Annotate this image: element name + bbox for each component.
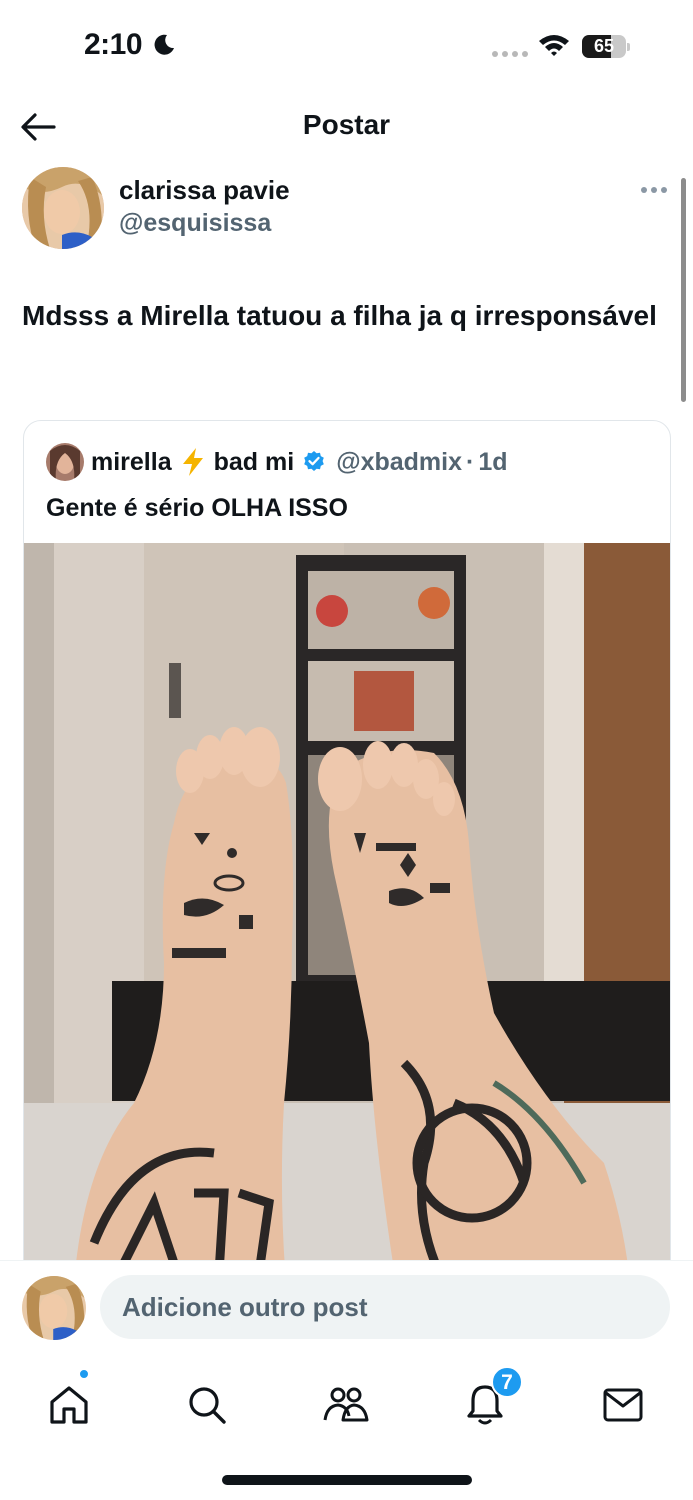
author-name[interactable]: clarissa pavie (119, 175, 290, 206)
more-options-button[interactable] (638, 178, 670, 202)
messages-icon (603, 1388, 643, 1422)
quote-author-name[interactable]: mirella (91, 448, 172, 477)
battery-level: 65 (593, 36, 615, 56)
notification-count-badge: 7 (491, 1366, 523, 1398)
quote-author-handle[interactable]: @xbadmix (336, 448, 462, 477)
more-horizontal-icon (641, 187, 667, 193)
quote-text: Gente é sério OLHA ISSO (46, 494, 348, 522)
top-header: Postar (0, 95, 693, 160)
nav-home[interactable] (39, 1375, 99, 1435)
separator-dot: · (466, 447, 475, 476)
home-icon (50, 1386, 88, 1424)
nav-search[interactable] (177, 1375, 237, 1435)
quote-avatar[interactable] (46, 443, 84, 481)
moon-icon (154, 34, 174, 55)
wifi-icon (539, 35, 569, 56)
reply-bar: Adicione outro post (0, 1260, 693, 1355)
page-title: Postar (302, 109, 391, 140)
author-handle[interactable]: @esquisissa (119, 209, 271, 238)
battery-icon: 65 (582, 35, 630, 58)
lightning-bolt-icon (182, 448, 203, 476)
communities-icon (323, 1387, 369, 1422)
status-time: 2:10 (84, 28, 143, 61)
post-text: Mdsss a Mirella tatuou a filha ja q irre… (22, 300, 657, 331)
home-new-indicator (78, 1368, 90, 1380)
author-avatar[interactable] (22, 167, 104, 249)
quote-timestamp[interactable]: 1d (478, 448, 507, 477)
signal-icon (492, 51, 528, 57)
quoted-post[interactable]: mirella bad mi @xbadmix · 1d Gente é sér… (23, 420, 671, 1280)
user-avatar[interactable] (22, 1276, 86, 1340)
scrollbar[interactable] (681, 178, 686, 402)
status-bar: 2:10 65 (0, 0, 693, 95)
verified-badge-icon (304, 451, 324, 471)
home-indicator[interactable] (222, 1475, 472, 1485)
quote-media-photo[interactable] (24, 543, 671, 1280)
quote-author-name-suffix[interactable]: bad mi (214, 448, 295, 477)
bottom-navigation: 7 (0, 1355, 693, 1500)
quote-header: mirella bad mi @xbadmix · 1d (91, 447, 508, 477)
nav-messages[interactable] (593, 1375, 653, 1435)
nav-communities[interactable] (316, 1375, 376, 1435)
reply-input[interactable]: Adicione outro post (100, 1275, 670, 1339)
search-icon (189, 1387, 226, 1424)
